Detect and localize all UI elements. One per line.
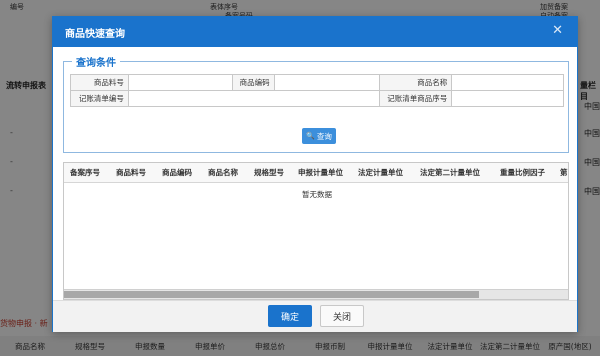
grid-col[interactable]: 备案序号	[70, 167, 100, 178]
query-conditions: 查询条件 商品料号 商品编码 商品名称 记账清单编号 记账清单商品序号 🔍 查询	[63, 54, 569, 153]
results-grid: 备案序号 商品料号 商品编码 商品名称 规格型号 申报计量单位 法定计量单位 法…	[63, 162, 569, 300]
grid-col[interactable]: 重量比例因子	[500, 167, 545, 178]
record-no-input[interactable]	[127, 90, 381, 107]
grid-col[interactable]: 申报计量单位	[298, 167, 343, 178]
dialog-title: 商品快速查询	[65, 28, 125, 40]
grid-col[interactable]: 规格型号	[254, 167, 284, 178]
dialog-footer: 确定 关闭	[53, 300, 577, 332]
ok-button[interactable]: 确定	[268, 305, 312, 327]
grid-header: 备案序号 商品料号 商品编码 商品名称 规格型号 申报计量单位 法定计量单位 法…	[64, 163, 568, 183]
grid-col[interactable]: 商品名称	[208, 167, 238, 178]
dialog-header: 商品快速查询	[53, 17, 577, 47]
label-record-no: 记账清单编号	[70, 90, 129, 107]
label-name: 商品名称	[379, 74, 453, 91]
label-record-seq: 记账清单商品序号	[379, 90, 453, 107]
label-item-no: 商品料号	[70, 74, 129, 91]
query-button-label: 查询	[316, 131, 332, 141]
name-input[interactable]	[451, 74, 564, 91]
grid-col[interactable]: 商品编码	[162, 167, 192, 178]
code-input[interactable]	[273, 74, 381, 91]
query-conditions-legend: 查询条件	[72, 54, 120, 69]
grid-empty-text: 暂无数据	[302, 190, 332, 199]
label-code: 商品编码	[231, 74, 275, 91]
search-icon: 🔍	[306, 132, 315, 140]
query-button[interactable]: 🔍 查询	[302, 128, 336, 144]
record-seq-input[interactable]	[451, 90, 564, 107]
grid-col[interactable]: 法定计量单位	[358, 167, 403, 178]
item-no-input[interactable]	[127, 74, 233, 91]
grid-col[interactable]: 法定第二计量单位	[420, 167, 480, 178]
close-icon[interactable]: ✕	[552, 23, 563, 38]
grid-col[interactable]: 商品料号	[116, 167, 146, 178]
horizontal-scrollbar[interactable]	[64, 289, 568, 299]
scrollbar-thumb[interactable]	[64, 291, 479, 298]
close-button[interactable]: 关闭	[320, 305, 364, 327]
query-form: 商品料号 商品编码 商品名称 记账清单编号 记账清单商品序号	[70, 74, 564, 107]
product-quick-search-dialog: 商品快速查询 ✕ 查询条件 商品料号 商品编码 商品名称 记账清单编号 记账清单…	[52, 16, 578, 332]
grid-col[interactable]: 第	[560, 167, 568, 178]
